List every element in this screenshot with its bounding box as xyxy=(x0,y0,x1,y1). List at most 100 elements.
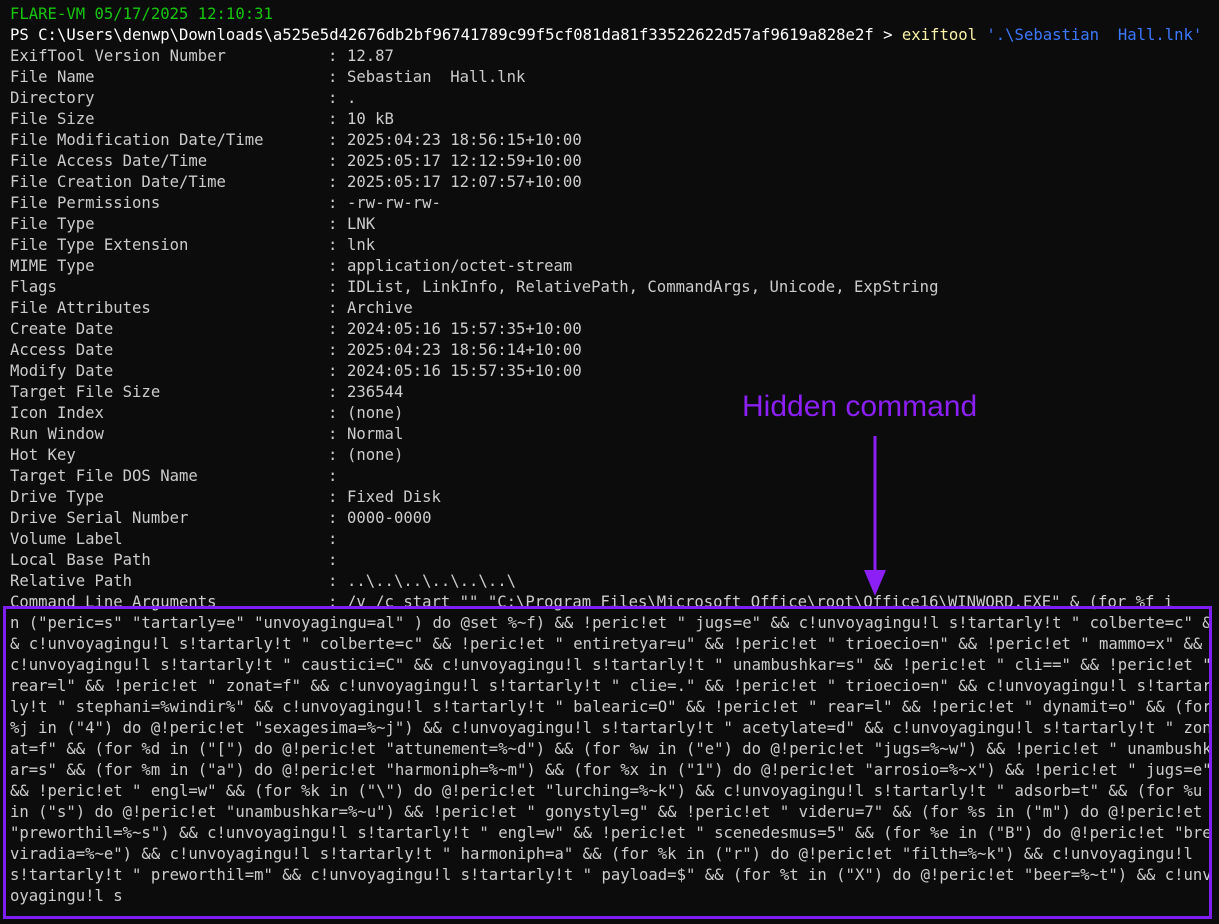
field-key: File Access Date/Time xyxy=(10,152,208,170)
exif-field-row: Create Date:2024:05:16 15:57:35+10:00 xyxy=(10,319,1215,340)
exif-field-row: File Name: Sebastian Hall.lnk xyxy=(10,67,1215,88)
field-key: Icon Index xyxy=(10,404,104,422)
field-key: Drive Serial Number xyxy=(10,509,189,527)
field-separator: : xyxy=(328,47,338,65)
prompt-path: PS C:\Users\denwp\Downloads\a525e5d42676… xyxy=(10,26,902,44)
field-separator: : xyxy=(328,215,338,233)
field-separator: : xyxy=(328,299,338,317)
field-separator: : xyxy=(328,362,338,380)
field-value: 2025:05:17 12:07:57+10:00 xyxy=(347,173,582,191)
command-line: PS C:\Users\denwp\Downloads\a525e5d42676… xyxy=(10,25,1215,46)
field-separator: : xyxy=(328,425,338,443)
exif-field-row: Modify Date:2024:05:16 15:57:35+10:00 xyxy=(10,361,1215,382)
field-separator: : xyxy=(328,194,338,212)
field-value: 2024:05:16 15:57:35+10:00 xyxy=(347,362,582,380)
exif-field-row: File Creation Date/Time:2025:05:17 12:07… xyxy=(10,172,1215,193)
field-value: 12.87 xyxy=(347,47,394,65)
field-key: Modify Date xyxy=(10,362,114,380)
field-value: (none) xyxy=(347,404,404,422)
field-separator: : xyxy=(328,131,338,149)
field-key: File Permissions xyxy=(10,194,161,212)
exif-field-row: File Modification Date/Time:2025:04:23 1… xyxy=(10,130,1215,151)
field-value: 10 kB xyxy=(347,110,394,128)
field-key: Hot Key xyxy=(10,446,76,464)
field-separator: : xyxy=(328,173,338,191)
exif-field-row: Flags: IDList, LinkInfo, RelativePath, Co… xyxy=(10,277,1215,298)
prompt-title: FLARE-VM 05/17/2025 12:10:31 xyxy=(10,5,273,23)
down-arrow-icon xyxy=(864,436,886,596)
field-key: Target File Size xyxy=(10,383,161,401)
field-key: File Size xyxy=(10,110,95,128)
field-value: 236544 xyxy=(347,383,404,401)
field-value: ..\..\..\..\..\..\ xyxy=(347,572,516,590)
exif-field-row: Drive Serial Number:0000-0000 xyxy=(10,508,1215,529)
command-argument: '.\Sebastian Hall.lnk' xyxy=(977,26,1203,44)
exif-field-row: Hot Key: (none) xyxy=(10,445,1215,466)
field-separator: : xyxy=(328,593,338,611)
field-key: Drive Type xyxy=(10,488,104,506)
field-separator: : xyxy=(328,467,338,485)
exif-field-row: Run Window: Normal xyxy=(10,424,1215,445)
field-separator: : xyxy=(328,341,338,359)
field-key: File Creation Date/Time xyxy=(10,173,226,191)
exif-field-row: ExifTool Version Number:12.87 xyxy=(10,46,1215,67)
exif-field-row: MIME Type: application/octet-stream xyxy=(10,256,1215,277)
field-separator: : xyxy=(328,551,338,569)
field-value: 2024:05:16 15:57:35+10:00 xyxy=(347,320,582,338)
field-key: Volume Label xyxy=(10,530,123,548)
field-key: Create Date xyxy=(10,320,114,338)
field-value: 2025:05:17 12:12:59+10:00 xyxy=(347,152,582,170)
command-line-arguments-value: n ("peric=s" "tartarly=e" "unvoyagingu=a… xyxy=(10,614,1212,905)
field-key: File Type Extension xyxy=(10,236,189,254)
exif-field-row: File Type Extension: lnk xyxy=(10,235,1215,256)
field-value: Archive xyxy=(347,299,413,317)
field-separator: : xyxy=(328,488,338,506)
field-key: Local Base Path xyxy=(10,551,151,569)
field-key: ExifTool Version Number xyxy=(10,47,226,65)
field-separator: : xyxy=(328,89,338,107)
field-value: -rw-rw-rw- xyxy=(347,194,441,212)
field-separator: : xyxy=(328,383,338,401)
field-key: Relative Path xyxy=(10,572,133,590)
field-value: . xyxy=(347,89,357,107)
command-name: exiftool xyxy=(901,26,977,44)
field-value: Sebastian Hall.lnk xyxy=(347,68,526,86)
field-separator: : xyxy=(328,509,338,527)
field-key: File Modification Date/Time xyxy=(10,131,264,149)
field-separator: : xyxy=(328,404,338,422)
exif-field-row: File Size:10 kB xyxy=(10,109,1215,130)
field-value: 2025:04:23 18:56:14+10:00 xyxy=(347,341,582,359)
field-value: 2025:04:23 18:56:15+10:00 xyxy=(347,131,582,149)
field-value: lnk xyxy=(347,236,376,254)
field-separator: : xyxy=(328,530,338,548)
field-key: Flags xyxy=(10,278,57,296)
exif-field-row: Relative Path: ..\..\..\..\..\..\ xyxy=(10,571,1215,592)
command-args-first-line: /v /c start "" "C:\Program Files\Microso… xyxy=(347,593,1174,611)
field-key: Command Line Arguments xyxy=(10,593,217,611)
field-separator: : xyxy=(328,278,338,296)
command-line-arguments-row: Command Line Arguments : /v /c start "" … xyxy=(10,592,1215,613)
field-key: Directory xyxy=(10,89,95,107)
field-separator: : xyxy=(328,236,338,254)
exif-field-row: Directory:. xyxy=(10,88,1215,109)
terminal-output: FLARE-VM 05/17/2025 12:10:31 PS C:\Users… xyxy=(10,4,1215,907)
field-key: Access Date xyxy=(10,341,114,359)
exif-field-row: File Permissions: -rw-rw-rw- xyxy=(10,193,1215,214)
field-separator: : xyxy=(328,110,338,128)
field-value: Normal xyxy=(347,425,404,443)
field-key: Run Window xyxy=(10,425,104,443)
exif-field-row: File Access Date/Time:2025:05:17 12:12:5… xyxy=(10,151,1215,172)
exif-field-row: Volume Label: xyxy=(10,529,1215,550)
field-value: 0000-0000 xyxy=(347,509,432,527)
exif-field-row: Icon Index: (none) xyxy=(10,403,1215,424)
field-separator: : xyxy=(328,152,338,170)
exif-field-row: Drive Type: Fixed Disk xyxy=(10,487,1215,508)
field-key: MIME Type xyxy=(10,257,95,275)
exif-field-row: Local Base Path: xyxy=(10,550,1215,571)
field-separator: : xyxy=(328,572,338,590)
exif-field-row: File Attributes: Archive xyxy=(10,298,1215,319)
field-value: application/octet-stream xyxy=(347,257,573,275)
field-key: File Name xyxy=(10,68,95,86)
exif-field-list: ExifTool Version Number:12.87 File Name: S… xyxy=(10,46,1215,592)
field-value: IDList, LinkInfo, RelativePath, CommandA… xyxy=(347,278,939,296)
